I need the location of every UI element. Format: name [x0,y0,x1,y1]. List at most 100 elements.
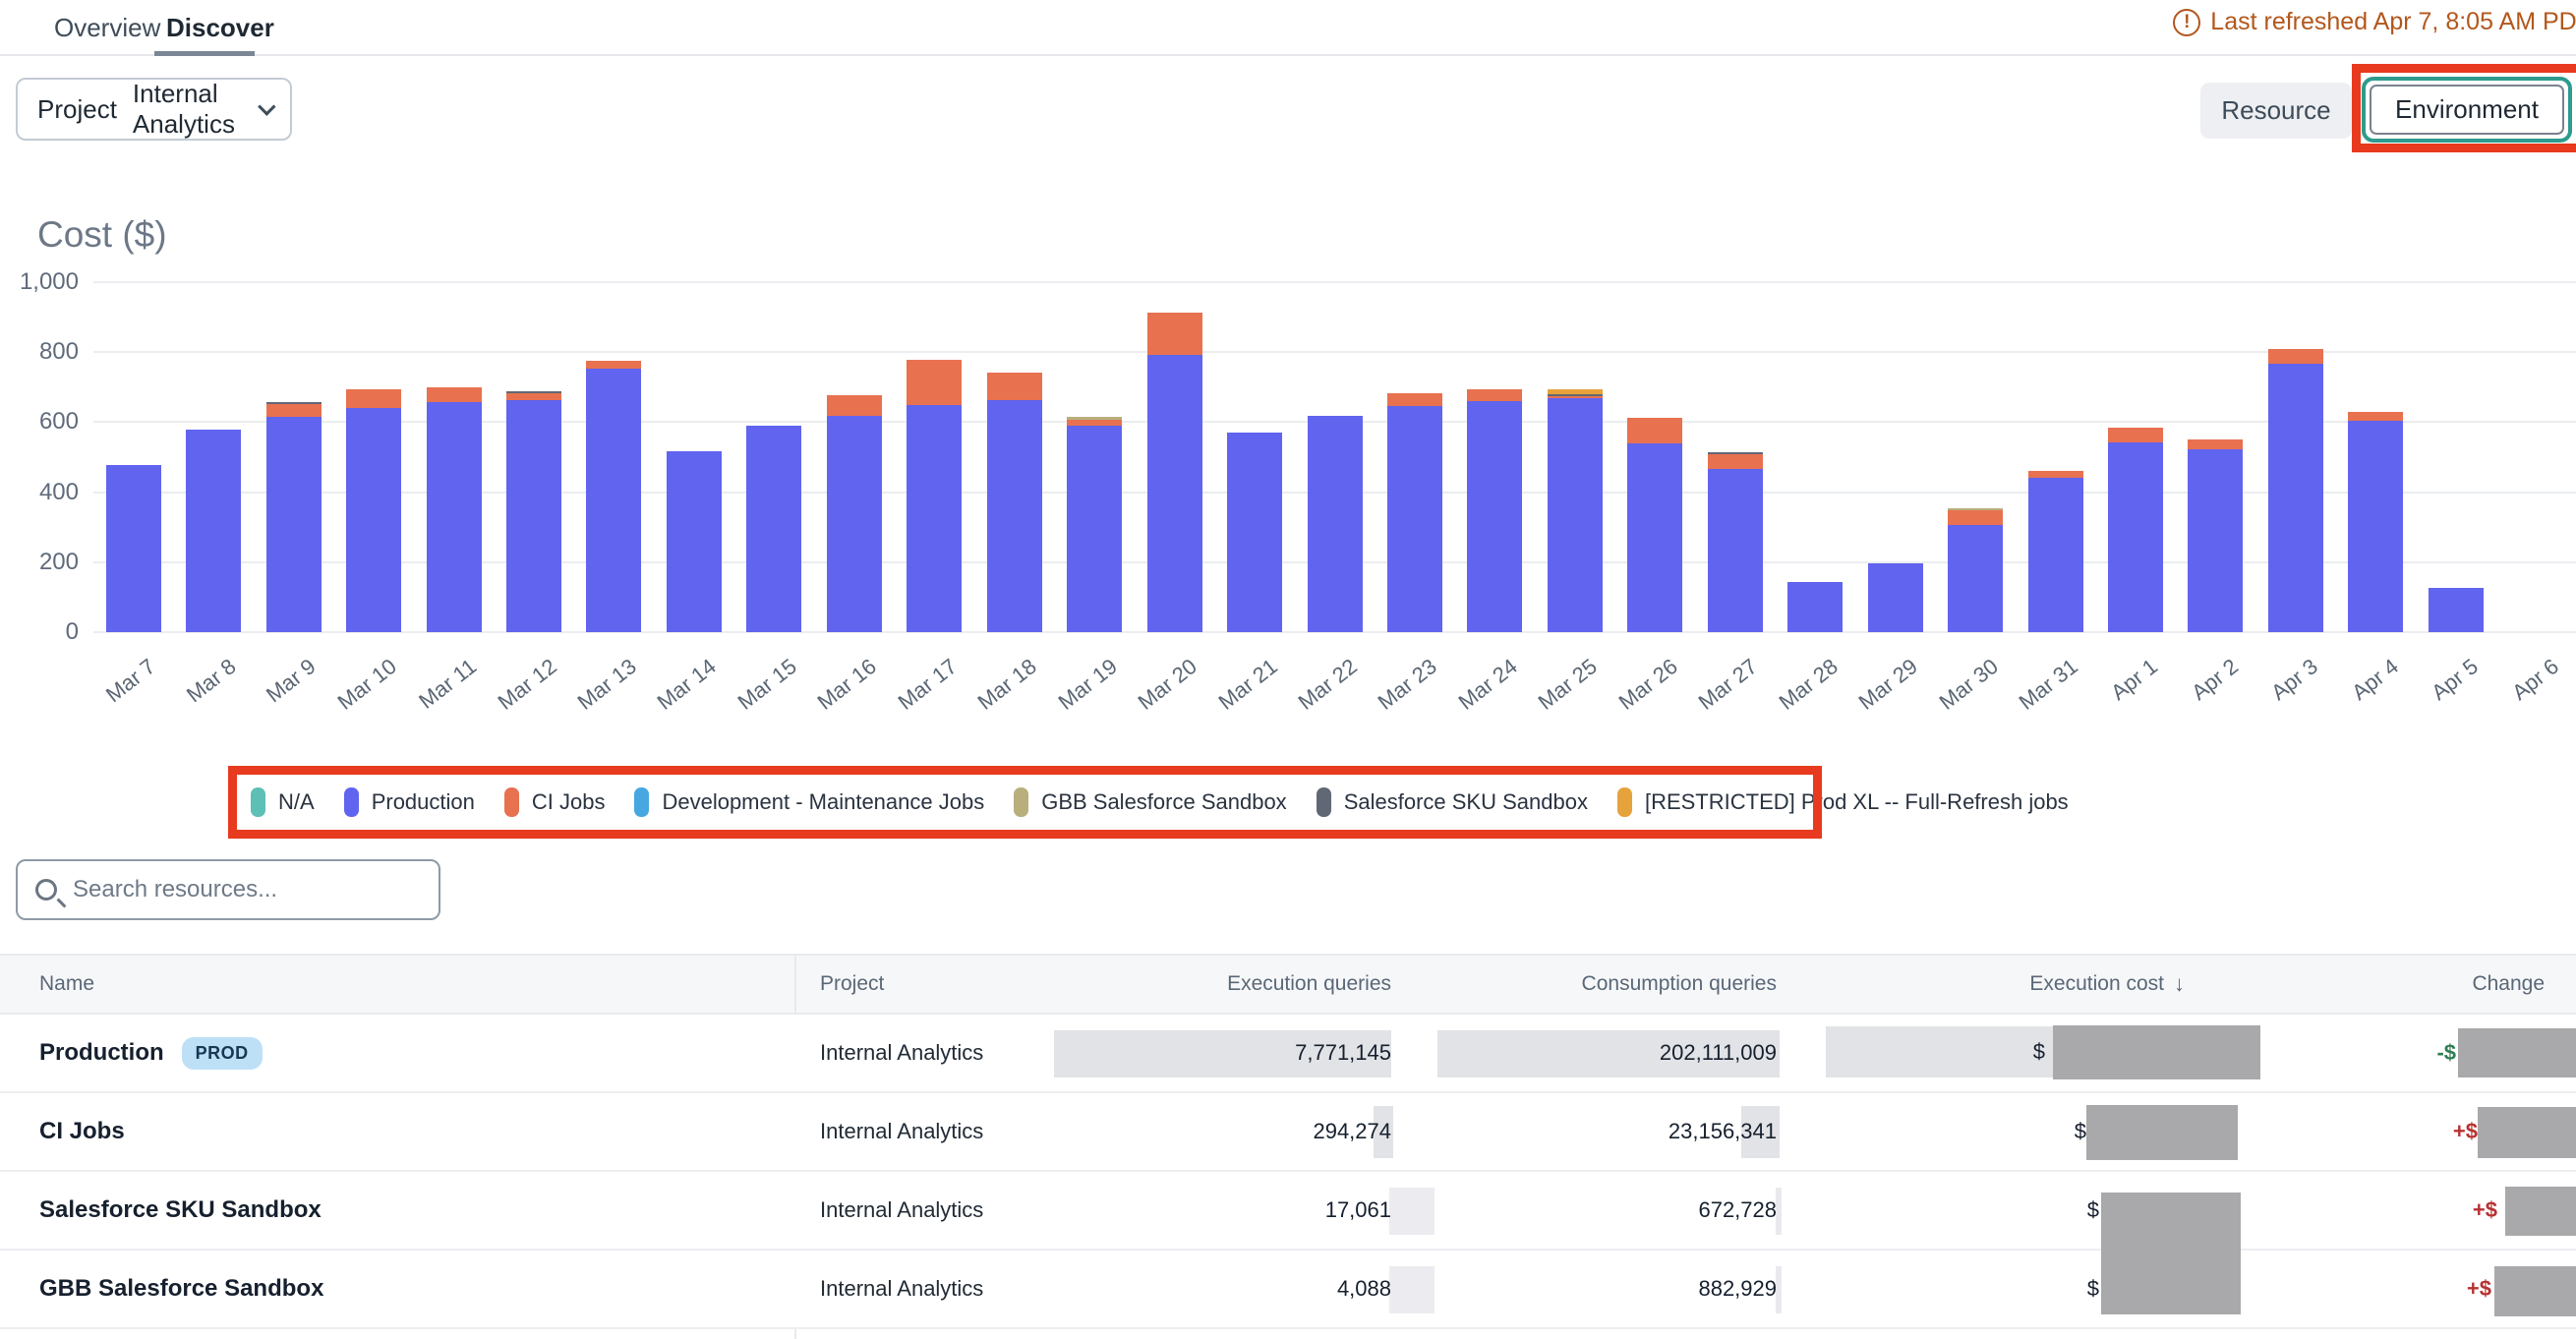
top-tab-bar: Overview Discover ! Last refreshed Apr 7… [0,0,2576,56]
bar-segment-ci-jobs [1147,313,1202,355]
bar-segment-ci-jobs [2268,349,2323,363]
bar-segment-ci-jobs [2188,439,2243,449]
legend-item-development-maintenance-jobs[interactable]: Development - Maintenance Jobs [634,787,984,817]
bar-segment-production [586,369,641,632]
bar-segment-ci-jobs [987,373,1042,400]
cost-currency-prefix: $ [2033,1039,2045,1065]
execution-queries-value: 7,771,145 [1295,1015,1391,1091]
x-tick-label: Mar 25 [1534,654,1603,716]
legend-label: GBB Salesforce Sandbox [1041,789,1286,815]
x-tick-label: Mar 21 [1213,654,1282,716]
bar-segment-production [1548,398,1603,632]
bar-segment-ci-jobs [2348,412,2403,421]
gridline [93,351,2576,353]
legend-color-chip [1617,787,1632,817]
legend-label: Development - Maintenance Jobs [662,789,984,815]
x-tick-label: Apr 3 [2266,654,2322,706]
bar-segment-ci-jobs [1067,420,1122,427]
legend-color-chip [1014,787,1028,817]
resource-name: Production PROD [39,1015,263,1091]
change-prefix: -$ [2436,1015,2456,1091]
execution-queries-value: 294,274 [1313,1093,1391,1170]
resource-name-text: Production [39,1039,164,1067]
table-row-ci-jobs[interactable]: CI Jobs Internal Analytics 294,274 23,15… [0,1093,2576,1172]
bar-segment-production [2188,449,2243,632]
bar-segment-salesforce-sku-sandbox [506,391,561,393]
bar-segment-production [1787,582,1843,632]
legend-label: [RESTRICTED] Prod XL -- Full-Refresh job… [1645,789,2069,815]
legend-label: Salesforce SKU Sandbox [1344,789,1588,815]
x-tick-label: Mar 20 [1134,654,1202,716]
bar-segment-salesforce-sku-sandbox [266,402,322,404]
redaction-box [2494,1266,2576,1316]
resource-name: GBB Salesforce Sandbox [39,1251,323,1327]
resource-name-text: Salesforce SKU Sandbox [39,1196,322,1224]
bar-segment-production [1308,416,1363,632]
last-refreshed-note: ! Last refreshed Apr 7, 8:05 AM PDT [2173,8,2576,36]
x-tick-label: Mar 18 [973,654,1042,716]
legend-item--restricted-prod-xl-full-refresh-jobs[interactable]: [RESTRICTED] Prod XL -- Full-Refresh job… [1617,787,2069,817]
legend-label: Production [372,789,475,815]
sort-desc-arrow-icon: ↓ [2174,971,2185,997]
column-header-name[interactable]: Name [39,956,94,1013]
x-tick-label: Apr 5 [2427,654,2483,706]
column-header-project[interactable]: Project [820,956,884,1013]
legend-item-salesforce-sku-sandbox[interactable]: Salesforce SKU Sandbox [1317,787,1588,817]
legend-item-gbb-salesforce-sandbox[interactable]: GBB Salesforce Sandbox [1014,787,1286,817]
consumption-queries-value: 672,728 [1698,1172,1777,1249]
search-resources-box [16,859,440,920]
resource-name-text: GBB Salesforce Sandbox [39,1275,323,1303]
warning-icon: ! [2173,9,2200,36]
legend-color-chip [251,787,265,817]
legend-item-n-a[interactable]: N/A [251,787,315,817]
x-tick-label: Mar 8 [182,654,241,708]
bar-segment-ci-jobs [1467,389,1522,401]
bar-segment-ci-jobs [827,395,882,416]
last-refreshed-text: Last refreshed Apr 7, 8:05 AM PDT [2210,8,2576,36]
x-tick-label: Mar 13 [572,654,641,716]
x-tick-label: Mar 23 [1374,654,1442,716]
consumption-queries-value: 23,156,341 [1669,1093,1777,1170]
legend-item-production[interactable]: Production [344,787,475,817]
x-tick-label: Mar 19 [1053,654,1122,716]
gridline [93,281,2576,283]
execution-queries-value: 17,061 [1325,1172,1391,1249]
project-cell: Internal Analytics [820,1093,983,1170]
table-row-production[interactable]: Production PROD Internal Analytics 7,771… [0,1015,2576,1093]
x-tick-label: Mar 15 [732,654,801,716]
change-prefix: +$ [2453,1093,2478,1170]
consumption-queries-value: 202,111,009 [1660,1015,1777,1091]
column-header-execution-queries[interactable]: Execution queries [1227,956,1391,1013]
redaction-box [2086,1105,2238,1160]
tab-overview[interactable]: Overview [54,13,160,43]
bar-segment-production [1227,433,1282,632]
bar-segment-production [1387,406,1442,632]
resource-name: CI Jobs [39,1093,125,1170]
cost-currency-prefix: $ [2087,1172,2099,1249]
cost-bar-chart [0,282,2576,632]
x-tick-label: Mar 14 [653,654,722,716]
column-header-change[interactable]: Change [2472,956,2545,1013]
project-filter-dropdown[interactable]: Project Internal Analytics [16,78,292,141]
x-tick-label: Mar 24 [1453,654,1522,716]
tab-discover[interactable]: Discover [166,13,274,43]
bar-segment-production [2348,421,2403,632]
project-cell: Internal Analytics [820,1172,983,1249]
column-header-execution-cost[interactable]: Execution cost ↓ [2029,956,2185,1013]
resource-toggle-button[interactable]: Resource [2200,83,2352,139]
bar-segment-production [1708,469,1763,632]
redaction-box [2505,1187,2576,1236]
chart-legend: N/A Production CI Jobs Development - Mainte… [237,775,1813,830]
bar-segment-ci-jobs [2028,471,2083,478]
change-prefix: +$ [2473,1172,2497,1249]
search-input[interactable] [73,876,421,903]
x-tick-label: Mar 22 [1294,654,1363,716]
bar-segment-ci-jobs [2108,428,2163,442]
project-cell: Internal Analytics [820,1015,983,1091]
column-header-consumption-queries[interactable]: Consumption queries [1582,956,1777,1013]
x-tick-label: Mar 29 [1854,654,1923,716]
x-tick-label: Mar 10 [332,654,401,716]
legend-item-ci-jobs[interactable]: CI Jobs [504,787,606,817]
environment-toggle-button[interactable]: Environment [2362,77,2572,143]
bar-segment-salesforce-sku-sandbox [1548,394,1603,396]
